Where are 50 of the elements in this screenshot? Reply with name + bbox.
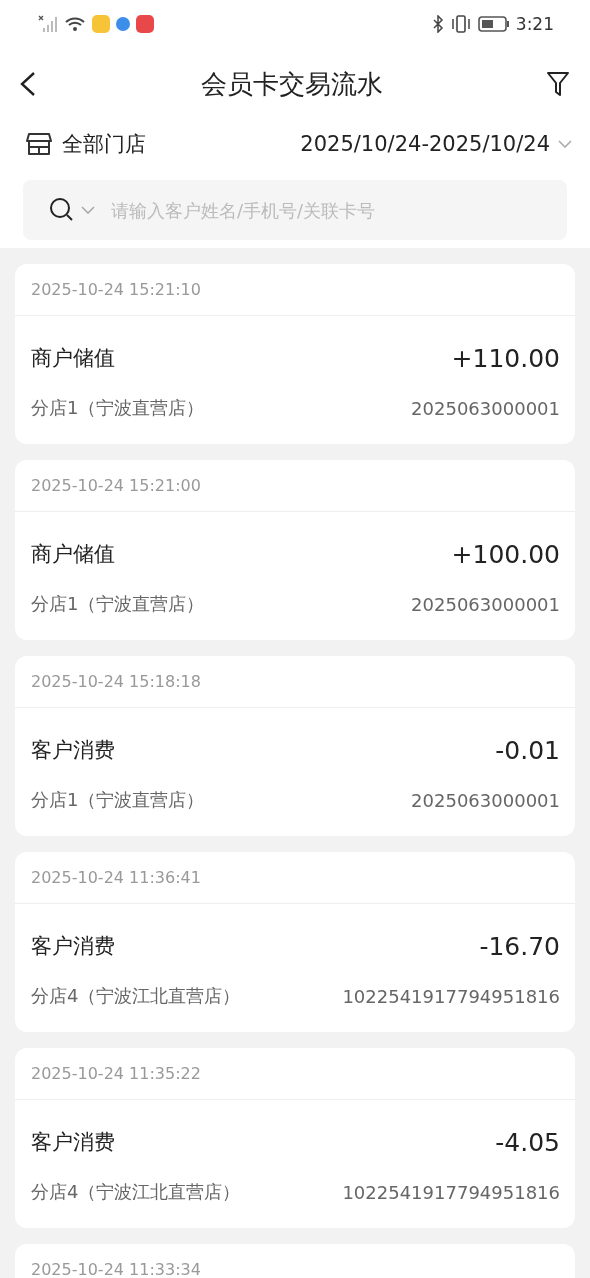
store-name: 分店4（宁波江北直营店）: [31, 1180, 241, 1204]
transaction-time: 2025-10-24 11:33:34: [31, 1260, 201, 1278]
transaction-type: 客户消费: [31, 1129, 115, 1156]
transaction-amount: -16.70: [479, 931, 560, 961]
chevron-down-icon: [558, 140, 572, 148]
app-icon: [92, 15, 110, 33]
transaction-time: 2025-10-24 15:21:00: [31, 476, 201, 495]
store-selector[interactable]: 全部门店: [26, 130, 146, 158]
transaction-card[interactable]: 2025-10-24 11:35:22 客户消费 -4.05 分店4（宁波江北直营店） 1022541917794951816: [15, 1048, 575, 1228]
transaction-card[interactable]: 2025-10-24 15:18:18 客户消费 -0.01 分店1（宁波直营店） 2025063000001: [15, 656, 575, 836]
filter-button[interactable]: [546, 71, 570, 97]
transaction-card[interactable]: 2025-10-24 15:21:10 商户储值 +110.00 分店1（宁波直营店） 2025063000001: [15, 264, 575, 444]
page-title: 会员卡交易流水: [201, 67, 383, 101]
card-number: 2025063000001: [411, 789, 560, 811]
signal-icon: [38, 15, 58, 33]
store-name: 分店1（宁波直营店）: [31, 592, 205, 616]
card-number: 1022541917794951816: [342, 985, 560, 1007]
date-range-selector[interactable]: 2025/10/24-2025/10/24: [300, 132, 572, 156]
search-field[interactable]: 请输入客户姓名/手机号/关联卡号: [109, 198, 547, 222]
transaction-time: 2025-10-24 15:18:18: [31, 672, 201, 691]
transaction-amount: +110.00: [451, 343, 560, 373]
store-name: 分店1（宁波直营店）: [31, 396, 205, 420]
transaction-card[interactable]: 2025-10-24 15:21:00 商户储值 +100.00 分店1（宁波直营店） 2025063000001: [15, 460, 575, 640]
card-number: 2025063000001: [411, 397, 560, 419]
wifi-icon: [64, 15, 86, 33]
transaction-time: 2025-10-24 15:21:10: [31, 280, 201, 299]
transaction-type: 商户储值: [31, 541, 115, 568]
transaction-type: 客户消费: [31, 933, 115, 960]
transaction-type: 商户储值: [31, 345, 115, 372]
search-icon: [49, 197, 75, 223]
card-number: 2025063000001: [411, 593, 560, 615]
app-icon: [136, 15, 154, 33]
battery-icon: [477, 15, 510, 33]
app-icon: [116, 17, 130, 31]
transaction-time: 2025-10-24 11:36:41: [31, 868, 201, 887]
transaction-card[interactable]: 2025-10-24 11:36:41 客户消费 -16.70 分店4（宁波江北直营店） 1022541917794951816: [15, 852, 575, 1032]
card-number: 1022541917794951816: [342, 1181, 560, 1203]
chevron-down-icon: [81, 206, 95, 214]
clock-time: 3:21: [515, 14, 554, 34]
store-name: 分店1（宁波直营店）: [31, 788, 205, 812]
transaction-amount: -0.01: [495, 735, 560, 765]
store-icon: [26, 131, 52, 157]
transaction-amount: -4.05: [495, 1127, 560, 1157]
transaction-amount: +100.00: [451, 539, 560, 569]
search-bar[interactable]: 请输入客户姓名/手机号/关联卡号: [23, 180, 567, 240]
transaction-type: 客户消费: [31, 737, 115, 764]
store-name: 分店4（宁波江北直营店）: [31, 984, 241, 1008]
transaction-time: 2025-10-24 11:35:22: [31, 1064, 201, 1083]
vibrate-icon: [449, 15, 472, 33]
bluetooth-icon: [431, 15, 444, 33]
